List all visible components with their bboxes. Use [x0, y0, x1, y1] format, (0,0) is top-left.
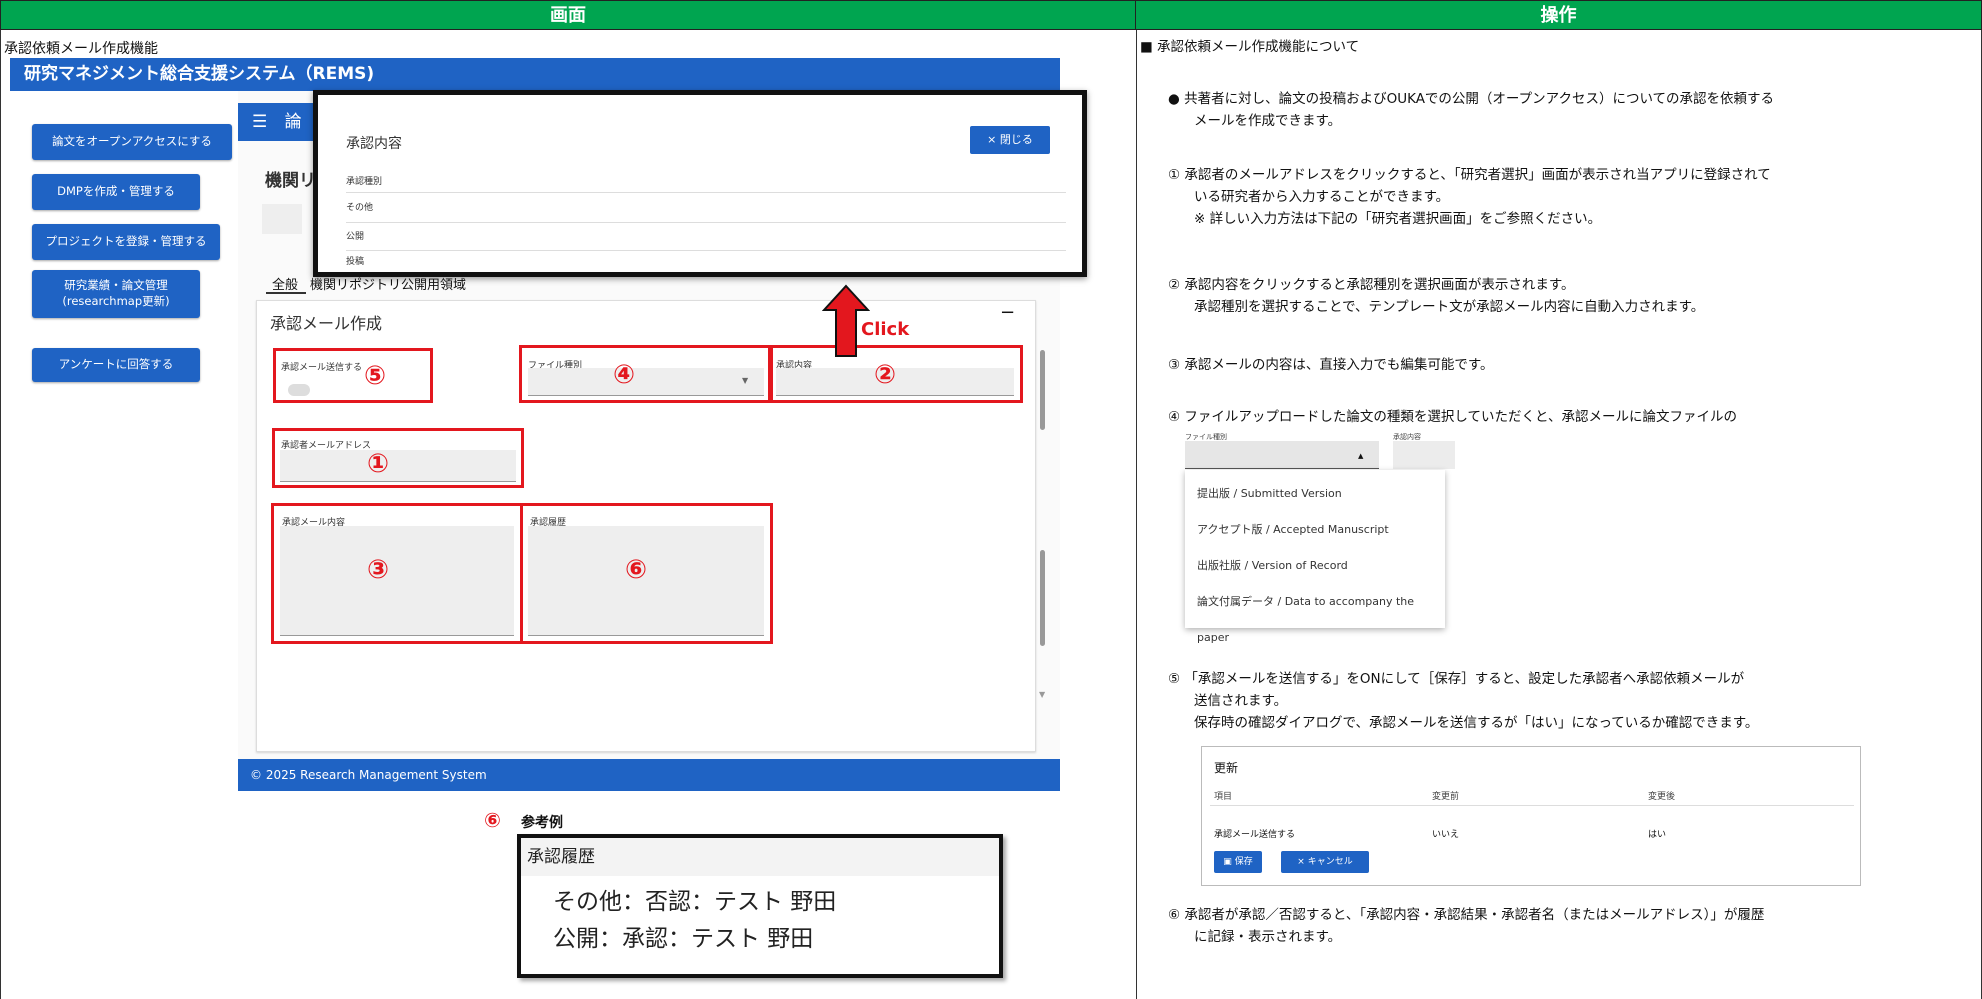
approval-dialog: 承認内容 × 閉じる 承認種別 その他 公開 投稿: [313, 90, 1087, 277]
step-4: ④ ファイルアップロードした論文の種類を選択していただくと、承認メールに論文ファ…: [1168, 406, 1968, 428]
page-heading: 機関リ: [265, 171, 316, 191]
bullet-text: 共著者に対し、論文の投稿およびOUKAでの公開（オープンアクセス）についての承認…: [1184, 91, 1775, 107]
left-border: [0, 30, 1, 999]
dialog-list-header: 承認種別: [346, 171, 1066, 193]
example-line: その他：否認：テスト 野田: [553, 889, 837, 915]
confirm-col: 項目: [1214, 792, 1233, 802]
app-footer: © 2025 Research Management System: [238, 759, 1060, 791]
confirm-save-button[interactable]: ▣ 保存: [1214, 851, 1262, 873]
mini-content-field: [1393, 441, 1455, 469]
menu-icon[interactable]: ☰: [252, 112, 267, 132]
marker-6: ⑥: [625, 555, 648, 585]
instructions-heading: ■ 承認依頼メール作成機能について: [1140, 39, 1360, 55]
instructions: ■ 承認依頼メール作成機能について: [1140, 36, 1975, 58]
right-column-header: 操作: [1135, 0, 1982, 30]
nav-project-button[interactable]: プロジェクトを登録・管理する: [32, 224, 220, 260]
bullet-block: ● 共著者に対し、論文の投稿およびOUKAでの公開（オープンアクセス）についての…: [1168, 88, 1968, 132]
left-column-header: 画面: [0, 0, 1136, 30]
step-text: 承認種別を選択することで、テンプレート文が承認メール内容に自動入力されます。: [1194, 299, 1705, 315]
confirm-save-label: 保存: [1234, 857, 1253, 867]
column-divider: [1136, 30, 1137, 999]
marker-1: ①: [367, 449, 390, 479]
highlight-1: [272, 428, 524, 488]
scrollbar-thumb-2[interactable]: [1040, 550, 1045, 646]
step-text: ③ 承認メールの内容は、直接入力でも編集可能です。: [1168, 357, 1494, 373]
marker-5: ⑤: [364, 361, 387, 391]
example-box: 承認履歴 その他：否認：テスト 野田 公開：承認：テスト 野田: [517, 834, 1003, 978]
step-text: ② 承認内容をクリックすると承認種別を選択画面が表示されます。: [1168, 277, 1575, 293]
confirm-cell: 承認メール送信する: [1214, 830, 1296, 840]
mini-dropdown-menu: 提出版 / Submitted Version アクセプト版 / Accepte…: [1185, 470, 1445, 644]
confirm-col: 変更後: [1648, 792, 1676, 802]
mini-file-select[interactable]: [1185, 441, 1379, 469]
confirm-cell: いいえ: [1432, 830, 1460, 840]
highlight-5: [273, 348, 433, 403]
step-text: ⑥ 承認者が承認／否認すると、「承認内容・承認結果・承認者名（またはメールアドレ…: [1168, 907, 1765, 923]
mini-option[interactable]: 提出版 / Submitted Version: [1185, 476, 1445, 512]
example-marker: ⑥: [484, 808, 501, 832]
marker-4: ④: [613, 360, 636, 390]
step-text: ⑤ 「承認メールを送信する」をONにして［保存］すると、設定した承認者へ承認依頼…: [1168, 671, 1745, 687]
mini-option[interactable]: 論文付属データ / Data to accompany the paper: [1185, 584, 1445, 644]
save-icon: ▣: [1223, 857, 1232, 867]
bullet-icon: ●: [1168, 91, 1180, 107]
confirm-title: 更新: [1214, 761, 1239, 775]
confirm-cell: はい: [1648, 830, 1667, 840]
nav-research-sub: (researchmap更新): [62, 294, 170, 308]
step-5: ⑤ 「承認メールを送信する」をONにして［保存］すると、設定した承認者へ承認依頼…: [1168, 668, 1968, 734]
step-3: ③ 承認メールの内容は、直接入力でも編集可能です。: [1168, 354, 1968, 376]
example-line: 公開：承認：テスト 野田: [553, 926, 814, 952]
nav-open-access-button[interactable]: 論文をオープンアクセスにする: [32, 124, 232, 160]
click-label: Click: [861, 319, 910, 340]
step-text: 保存時の確認ダイアログで、承認メールを送信するが「はい」になっているか確認できま…: [1194, 715, 1759, 731]
confirm-cancel-button[interactable]: × キャンセル: [1281, 851, 1369, 873]
marker-2: ②: [874, 360, 897, 390]
nav-dmp-button[interactable]: DMPを作成・管理する: [32, 174, 200, 210]
step-2: ② 承認内容をクリックすると承認種別を選択画面が表示されます。 承認種別を選択す…: [1168, 274, 1968, 318]
mini-option[interactable]: 出版社版 / Version of Record: [1185, 548, 1445, 584]
example-caption: 参考例: [521, 815, 563, 831]
tab-indicator: [266, 292, 306, 294]
step-text: に記録・表示されます。: [1194, 929, 1342, 945]
confirm-col: 変更前: [1432, 792, 1460, 802]
example-title: 承認履歴: [521, 838, 999, 876]
highlight-4: [519, 345, 773, 403]
collapse-icon[interactable]: −: [1000, 302, 1015, 323]
nav-survey-button[interactable]: アンケートに回答する: [32, 348, 200, 382]
dialog-option[interactable]: 投稿: [346, 251, 1066, 273]
sheet: 画面 操作 承認依頼メール作成機能 研究マネジメント総合支援システム（REMS)…: [0, 0, 1982, 999]
topbar-title: 論: [284, 112, 302, 132]
dialog-title: 承認内容: [346, 136, 402, 152]
app-title-bar: 研究マネジメント総合支援システム（REMS): [10, 58, 1060, 91]
bullet-text: メールを作成できます。: [1194, 113, 1342, 129]
scroll-down-icon[interactable]: ▼: [1039, 690, 1045, 699]
nav-research-button[interactable]: 研究業績・論文管理 (researchmap更新): [32, 270, 200, 318]
dialog-option[interactable]: その他: [346, 193, 1066, 223]
tab-general[interactable]: 全般: [272, 274, 298, 293]
confirm-dialog: 更新 項目 変更前 変更後 承認メール送信する いいえ はい ▣ 保存 × キャ…: [1201, 746, 1861, 886]
step-text: いる研究者から入力することができます。: [1194, 189, 1450, 205]
step-text: ① 承認者のメールアドレスをクリックすると、「研究者選択」画面が表示され当アプリ…: [1168, 167, 1771, 183]
marker-3: ③: [367, 555, 390, 585]
form-title: 承認メール作成: [270, 314, 383, 333]
section-title: 承認依頼メール作成機能: [4, 41, 158, 57]
dialog-close-button[interactable]: × 閉じる: [970, 126, 1050, 154]
mini-dropdown-up-icon: ▲: [1358, 452, 1364, 460]
dialog-list: 承認種別 その他 公開 投稿: [346, 171, 1066, 267]
step-text: ※ 詳しい入力方法は下記の「研究者選択画面」をご参照ください。: [1194, 211, 1602, 227]
step-1: ① 承認者のメールアドレスをクリックすると、「研究者選択」画面が表示され当アプリ…: [1168, 164, 1968, 230]
step-6: ⑥ 承認者が承認／否認すると、「承認内容・承認結果・承認者名（またはメールアドレ…: [1168, 904, 1968, 948]
step-text: ④ ファイルアップロードした論文の種類を選択していただくと、承認メールに論文ファ…: [1168, 409, 1737, 425]
confirm-divider: [1210, 805, 1854, 806]
field-stub: [262, 204, 302, 234]
step-text: 送信されます。: [1194, 693, 1288, 709]
nav-research-label: 研究業績・論文管理: [64, 278, 168, 293]
scrollbar-thumb-1[interactable]: [1040, 350, 1045, 430]
dialog-option[interactable]: 公開: [346, 223, 1066, 251]
highlight-3: [271, 503, 523, 644]
mini-option[interactable]: アクセプト版 / Accepted Manuscript: [1185, 512, 1445, 548]
